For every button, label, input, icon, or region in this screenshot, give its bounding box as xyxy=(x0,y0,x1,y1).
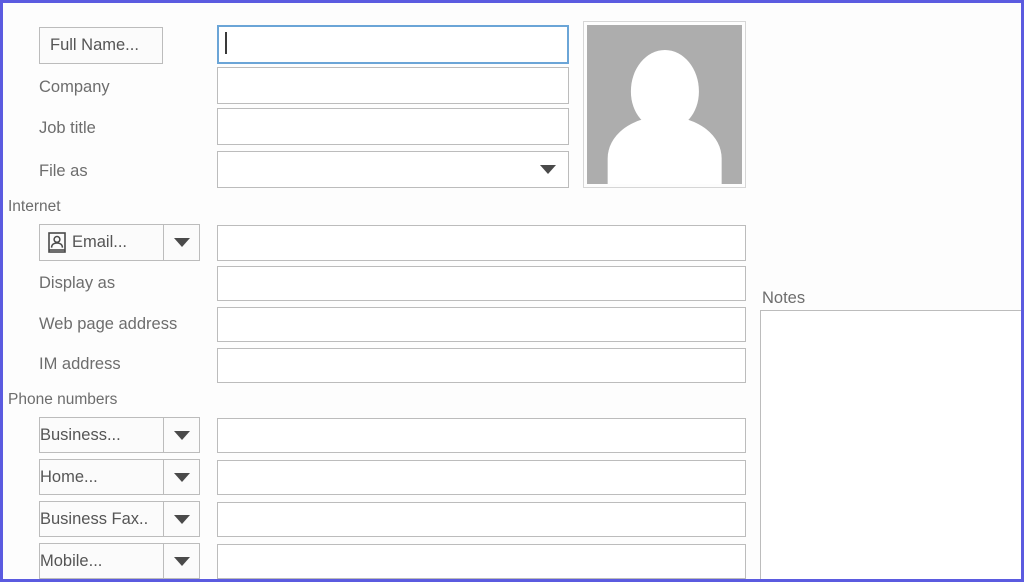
phone-type-business-fax-label: Business Fax.. xyxy=(40,509,149,528)
file-as-label: File as xyxy=(39,162,88,180)
chevron-down-icon xyxy=(173,514,190,524)
file-as-combobox[interactable] xyxy=(217,151,569,188)
phone-numbers-section-label: Phone numbers xyxy=(8,391,118,408)
email-type-dropdown-button[interactable] xyxy=(164,224,200,261)
phone-type-business-fax-button[interactable]: Business Fax.. xyxy=(39,501,164,537)
chevron-down-icon xyxy=(173,238,190,247)
photo-placeholder-background xyxy=(587,25,742,184)
full-name-button[interactable]: Full Name... xyxy=(39,27,163,64)
display-as-input[interactable] xyxy=(217,266,746,301)
phone-type-mobile-button[interactable]: Mobile... xyxy=(39,543,164,579)
phone-type-business-fax-dropdown-button[interactable] xyxy=(164,501,200,537)
web-page-address-input[interactable] xyxy=(217,307,746,342)
phone-type-business-label: Business... xyxy=(40,425,121,444)
email-type-button[interactable]: Email... xyxy=(39,224,164,261)
internet-section-label: Internet xyxy=(8,198,61,215)
full-name-button-label: Full Name... xyxy=(50,36,139,54)
phone-type-mobile-dropdown-button[interactable] xyxy=(164,543,200,579)
chevron-down-icon xyxy=(173,556,190,566)
person-body-icon xyxy=(607,117,722,184)
phone-business-input[interactable] xyxy=(217,418,746,453)
phone-type-mobile-split-button[interactable]: Mobile... xyxy=(39,543,200,579)
job-title-input[interactable] xyxy=(217,108,569,145)
email-type-label: Email... xyxy=(72,233,128,251)
contact-photo-placeholder[interactable] xyxy=(583,21,746,188)
phone-type-home-label: Home... xyxy=(40,467,98,486)
phone-type-home-split-button[interactable]: Home... xyxy=(39,459,200,495)
phone-home-input[interactable] xyxy=(217,460,746,495)
chevron-down-icon xyxy=(173,472,190,482)
company-input[interactable] xyxy=(217,67,569,104)
chevron-down-icon xyxy=(173,430,190,440)
phone-type-home-button[interactable]: Home... xyxy=(39,459,164,495)
phone-type-business-fax-split-button[interactable]: Business Fax.. xyxy=(39,501,200,537)
im-address-input[interactable] xyxy=(217,348,746,383)
web-page-address-label: Web page address xyxy=(39,315,178,333)
contact-card-icon xyxy=(48,232,66,253)
phone-type-business-button[interactable]: Business... xyxy=(39,417,164,453)
display-as-label: Display as xyxy=(39,274,116,292)
phone-mobile-input[interactable] xyxy=(217,544,746,579)
im-address-label: IM address xyxy=(39,355,121,373)
notes-textarea[interactable] xyxy=(760,310,1021,579)
phone-type-home-dropdown-button[interactable] xyxy=(164,459,200,495)
job-title-label: Job title xyxy=(39,119,96,137)
phone-type-business-dropdown-button[interactable] xyxy=(164,417,200,453)
contact-editor-window: Full Name... Company Job title File as I… xyxy=(0,0,1024,582)
phone-type-business-split-button[interactable]: Business... xyxy=(39,417,200,453)
full-name-input[interactable] xyxy=(217,25,569,64)
text-caret xyxy=(225,32,227,54)
chevron-down-icon[interactable] xyxy=(540,165,556,174)
phone-type-mobile-label: Mobile... xyxy=(40,551,103,570)
notes-label: Notes xyxy=(762,289,806,307)
email-input[interactable] xyxy=(217,225,746,261)
company-label: Company xyxy=(39,78,110,96)
phone-business-fax-input[interactable] xyxy=(217,502,746,537)
contact-form-pane: Full Name... Company Job title File as I… xyxy=(3,3,1021,579)
email-type-split-button[interactable]: Email... xyxy=(39,224,200,261)
